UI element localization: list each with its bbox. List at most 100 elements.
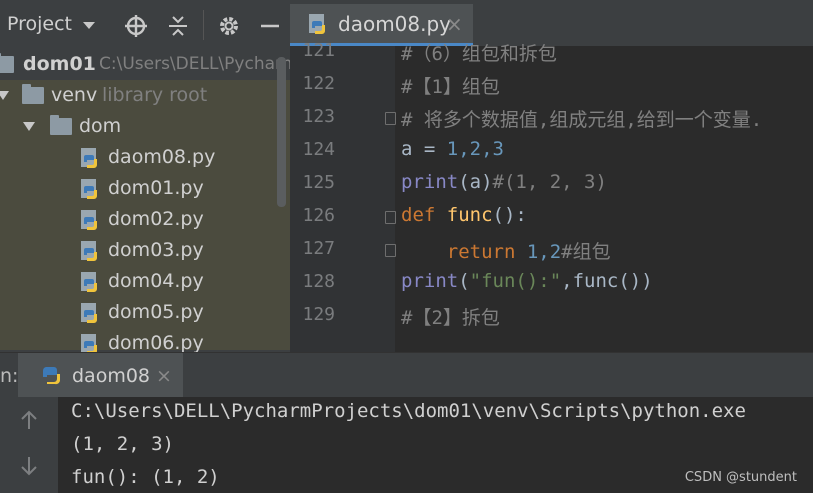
minimize-icon[interactable] (258, 14, 282, 38)
line-number: 122 (302, 73, 335, 94)
tree-root-dom01[interactable]: dom01 C:\Users\DELL\PycharmProjects\dom0… (0, 49, 290, 80)
tree-file-item[interactable]: dom05.py (0, 297, 290, 328)
code-line: print("fun():",func()) (401, 270, 653, 292)
code-token: print (401, 270, 459, 292)
code-token: print (401, 171, 459, 193)
line-number: 124 (302, 139, 335, 160)
tree-dom-label: dom (79, 115, 122, 137)
python-file-icon (81, 148, 97, 168)
tab-label: daom08.py (338, 12, 452, 36)
arrow-up-icon[interactable] (19, 409, 39, 437)
close-icon[interactable]: × (156, 365, 172, 387)
code-token: a = (401, 138, 447, 160)
python-file-icon (81, 272, 97, 292)
fold-marker-icon[interactable] (385, 112, 396, 125)
console-line: fun(): (1, 2) (71, 466, 220, 488)
code-line: return 1,2#组包 (401, 237, 611, 264)
tree-file-item[interactable]: dom03.py (0, 235, 290, 266)
code-comment: #【1】组包 (401, 76, 500, 98)
line-number: 125 (302, 172, 335, 193)
editor-gutter: 121 122 123 124 125 126 127 128 129 (290, 40, 396, 352)
close-icon[interactable]: × (446, 12, 463, 36)
scrollbar[interactable] (277, 57, 286, 207)
code-comment: #（6）组包和拆包 (401, 43, 557, 65)
line-number: 128 (302, 271, 335, 292)
python-file-icon (81, 334, 97, 352)
tree-file-label: dom05.py (108, 301, 204, 323)
fold-marker-icon[interactable] (385, 211, 396, 224)
tree-root-path: C:\Users\DELL\PycharmProjects\dom01 (99, 54, 290, 74)
chevron-down-icon[interactable] (0, 91, 9, 100)
code-line: #【2】拆包 (401, 303, 500, 330)
tree-item-venv[interactable]: venv library root (0, 80, 290, 111)
gear-icon[interactable] (217, 14, 241, 38)
project-title[interactable]: Project (7, 13, 72, 35)
code-token: "fun():" (469, 270, 562, 292)
code-line: # 将多个数据值,组成元组,给到一个变量. (401, 105, 762, 132)
tree-item-dom[interactable]: dom (0, 111, 290, 142)
run-toolbar (0, 397, 58, 493)
code-line: #【1】组包 (401, 72, 500, 99)
run-tab-daom08[interactable]: daom08 × (18, 353, 183, 397)
editor: daom08.py × 121 122 123 124 125 126 127 128 129 … (290, 0, 813, 352)
fold-marker-icon[interactable] (385, 244, 396, 257)
line-number: 123 (302, 106, 335, 127)
code-token: #(1, 2, 3) (492, 171, 607, 193)
arrow-down-icon[interactable] (19, 455, 39, 483)
line-number: 121 (302, 40, 335, 61)
tree-file-item[interactable]: dom06.py (0, 328, 290, 352)
python-file-icon (81, 241, 97, 261)
code-comment: # 将多个数据值,组成元组,给到一个变量. (401, 109, 763, 131)
console-line: (1, 2, 3) (71, 433, 174, 455)
code-comment: #【2】拆包 (401, 307, 500, 329)
code-token: ( (458, 270, 470, 292)
tree-file-label: dom03.py (108, 239, 204, 261)
tree-root-label: dom01 (23, 53, 96, 75)
code-token: return (401, 241, 527, 263)
tree-venv-hint: library root (102, 84, 208, 106)
tree-file-label: daom08.py (108, 146, 216, 168)
watermark: CSDN @stundent (684, 470, 797, 485)
console-line: C:\Users\DELL\PycharmProjects\dom01\venv… (71, 400, 746, 422)
code-token: 1,2 (526, 241, 562, 263)
folder-icon (22, 84, 44, 104)
chevron-down-icon[interactable] (23, 122, 35, 131)
tree-file-item[interactable]: daom08.py (0, 142, 290, 173)
run-tab-label: daom08 (72, 365, 151, 387)
code-token: (a) (458, 171, 493, 193)
python-icon (42, 367, 61, 385)
line-number: 129 (302, 304, 335, 325)
tree-file-item[interactable]: dom02.py (0, 204, 290, 235)
tree-file-item[interactable]: dom01.py (0, 173, 290, 204)
code-line: print(a)#(1, 2, 3) (401, 171, 607, 193)
code-token: ,func()) (561, 270, 653, 292)
code-line: def func(): (401, 204, 527, 226)
project-toolbar: Project (0, 0, 290, 50)
tree-file-label: dom01.py (108, 177, 204, 199)
tree-file-label: dom02.py (108, 208, 204, 230)
line-number: 127 (302, 238, 335, 259)
tree-file-label: dom06.py (108, 332, 204, 352)
collapse-icon[interactable] (166, 14, 190, 38)
chevron-down-icon[interactable] (83, 22, 95, 29)
python-file-icon (309, 14, 325, 34)
python-file-icon (81, 179, 97, 199)
target-icon[interactable] (124, 14, 148, 38)
run-header: n: daom08 × (0, 353, 813, 397)
folder-icon (50, 115, 72, 135)
code-token: (): (492, 204, 527, 226)
tree-file-label: dom04.py (108, 270, 204, 292)
tree-venv-label: venv (51, 84, 98, 106)
toolbar-divider (203, 10, 204, 40)
code-token: func (446, 204, 493, 226)
line-number: 126 (302, 205, 335, 226)
python-file-icon (81, 303, 97, 323)
code-token: #组包 (561, 241, 611, 263)
run-title: n: (0, 365, 19, 387)
python-file-icon (81, 210, 97, 230)
code-token: def (401, 204, 447, 226)
code-line: #（6）组包和拆包 (401, 39, 557, 66)
code-token: 1,2,3 (446, 138, 504, 160)
tree-file-item[interactable]: dom04.py (0, 266, 290, 297)
project-panel: Project dom01 C:\Users\DELL\PycharmProje… (0, 0, 290, 352)
